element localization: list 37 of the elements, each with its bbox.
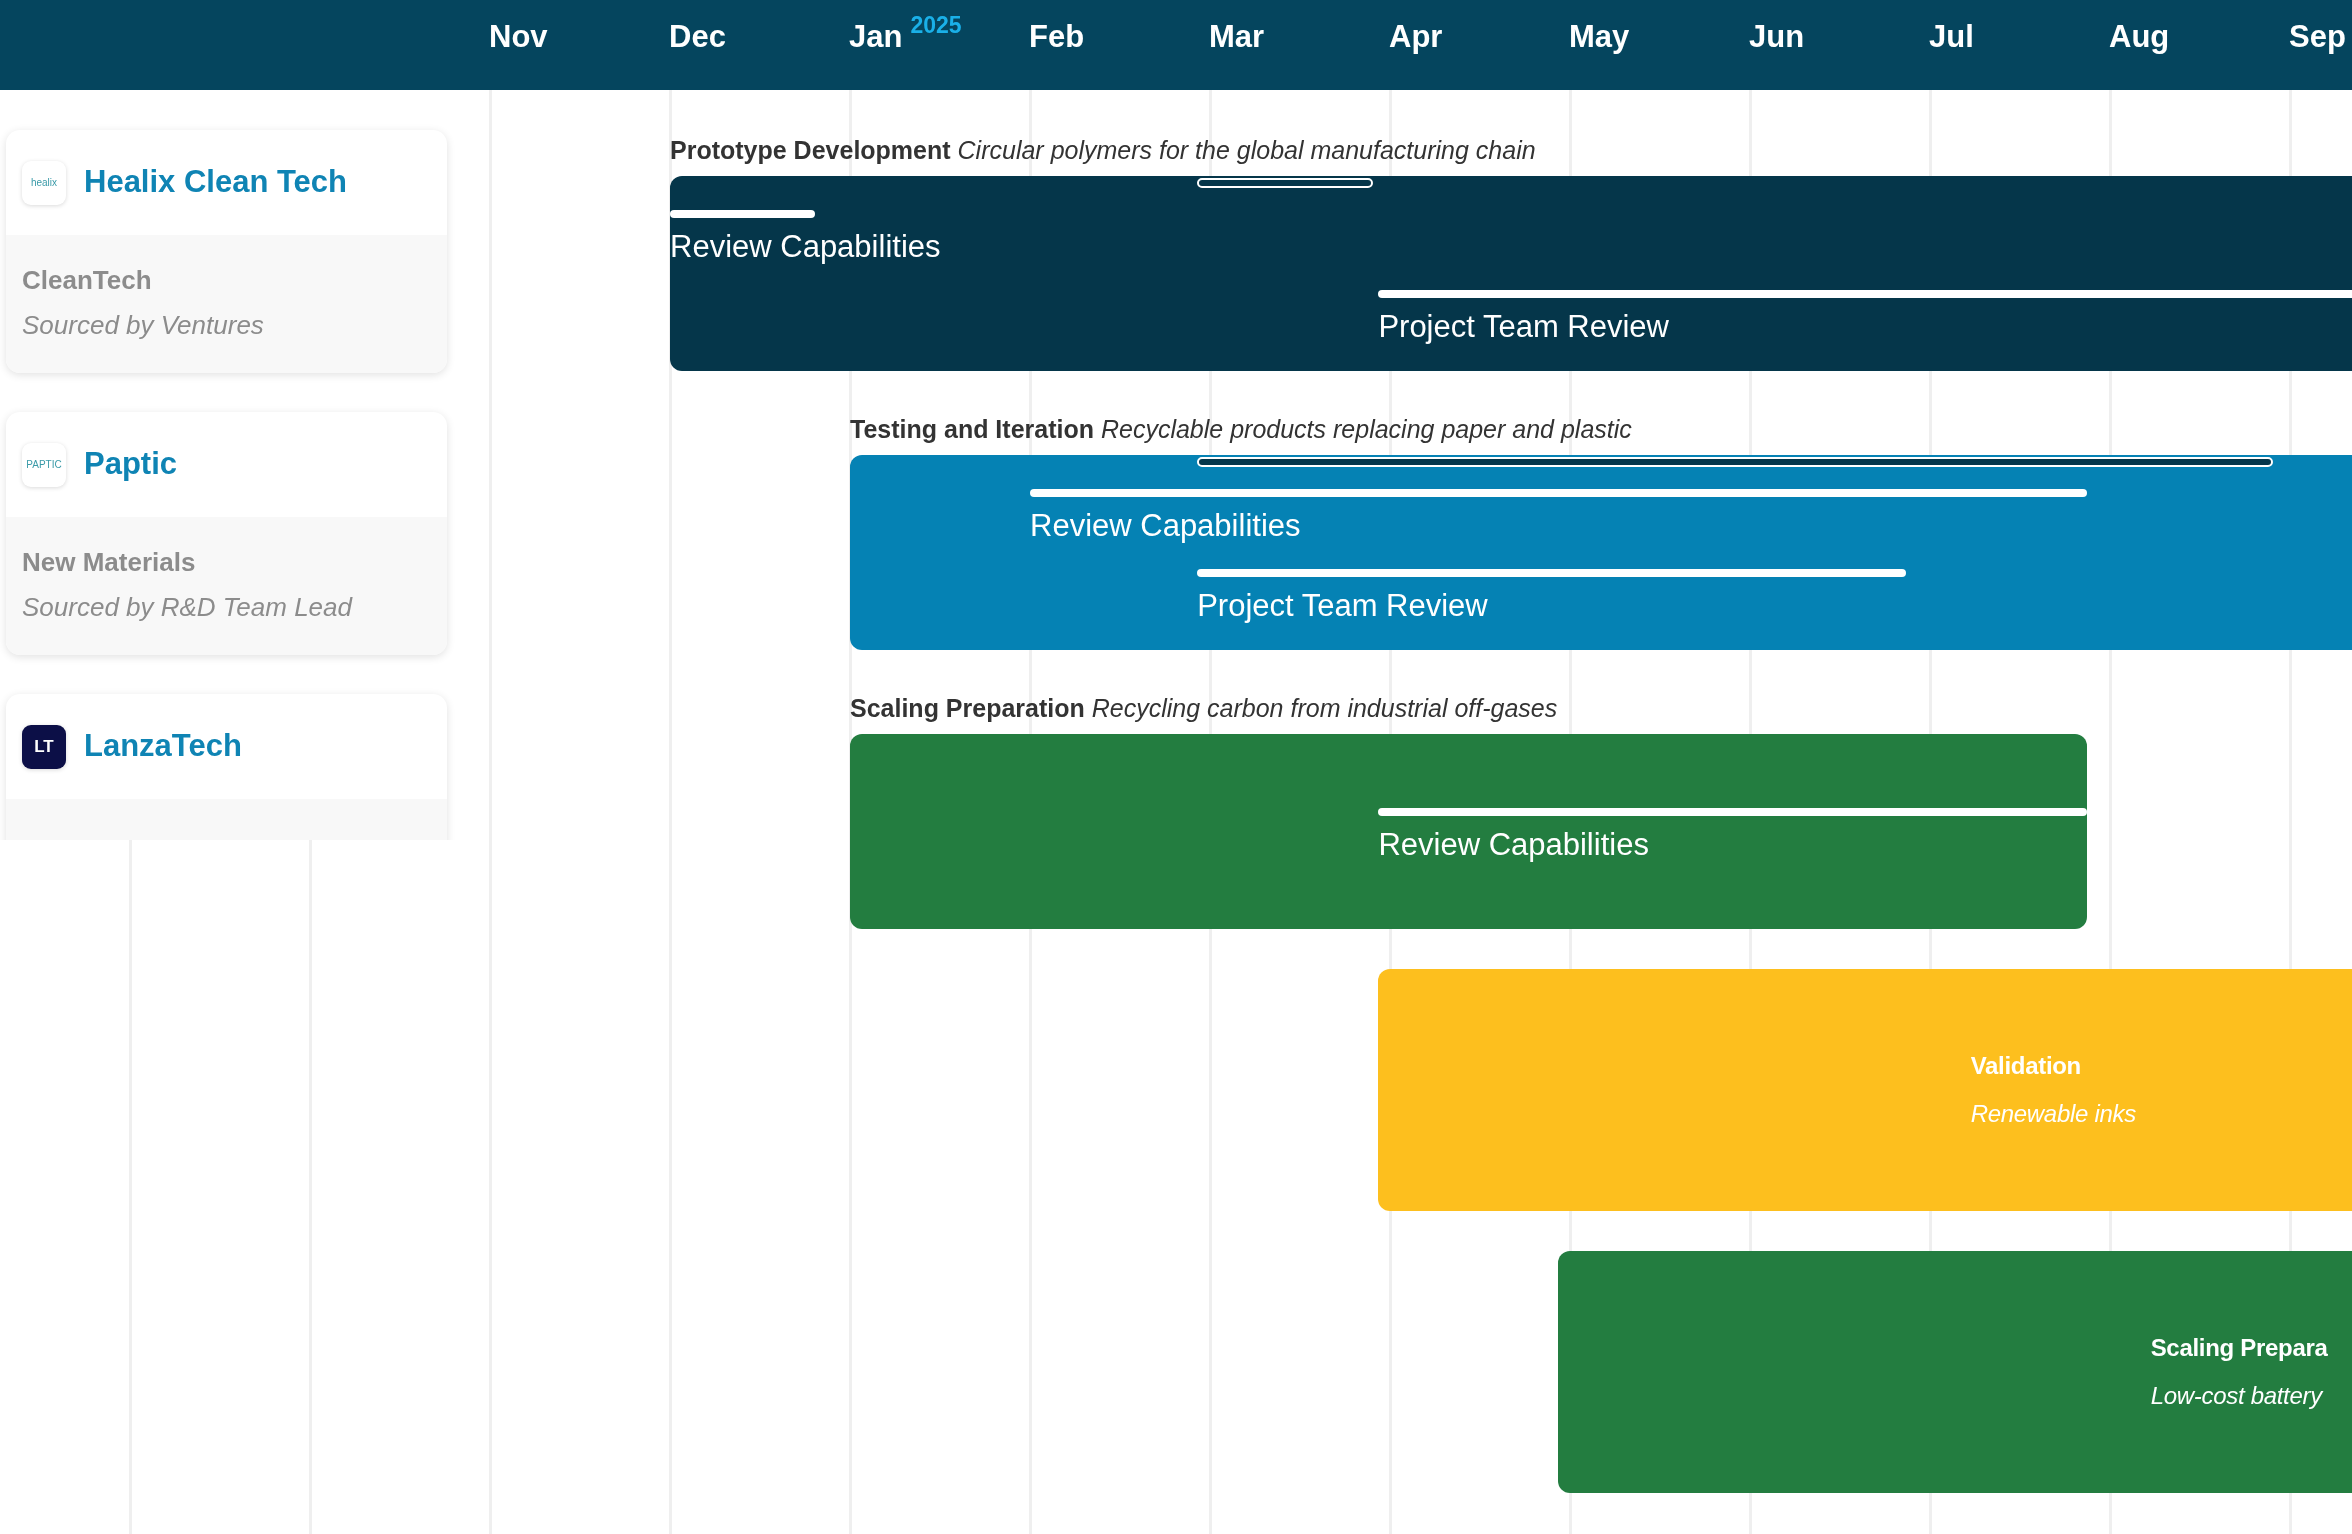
month-label: Feb <box>1029 19 1085 54</box>
month-label: May <box>1569 19 1630 54</box>
company-name[interactable]: Paptic <box>84 441 178 488</box>
phase-subtitle: Low-cost battery <box>2149 1381 2325 1411</box>
company-logo: LT <box>22 724 66 769</box>
phase-caption: Testing and Iteration Recyclable products replacing paper and plastic <box>850 414 1633 445</box>
month-label: Sep <box>2289 19 2346 54</box>
company-logo: PAPTIC <box>22 442 66 487</box>
month-label: Jun <box>1749 19 1805 54</box>
month-label: Jul <box>1929 19 1974 54</box>
track-label: Project Team Review <box>1378 308 1669 346</box>
company-logo: healix <box>22 160 66 205</box>
phase-caption: Prototype Development Circular polymers for the global manufacturing chain <box>670 135 1537 166</box>
phase-subtitle: Renewable inks <box>1969 1099 2137 1129</box>
month-label: Nov <box>489 19 548 54</box>
month-label: Jan <box>849 19 903 54</box>
company-card[interactable]: LT LanzaTech <box>6 694 447 840</box>
company-name[interactable]: LanzaTech <box>84 723 242 770</box>
track-label: Project Team Review <box>1197 587 1488 625</box>
month-label: Apr <box>1389 19 1443 54</box>
month-label: Mar <box>1209 19 1265 54</box>
phase-title: Validation <box>1969 1051 2082 1081</box>
company-name[interactable]: Healix Clean Tech <box>84 159 348 206</box>
phase-title: Scaling Prepara <box>2149 1333 2329 1363</box>
track-label: Review Capabilities <box>1378 826 1649 864</box>
month-label: Dec <box>669 19 726 54</box>
company-source: Sourced by Ventures <box>22 309 265 342</box>
track-label: Review Capabilities <box>670 228 941 266</box>
company-card[interactable]: PAPTIC Paptic New Materials Sourced by R&D Team Lead <box>6 412 447 655</box>
company-sector: CleanTech <box>22 264 153 297</box>
company-card[interactable]: healix Healix Clean Tech CleanTech Sourced by Ventures <box>6 130 447 373</box>
phase-caption: Scaling Preparation Recycling carbon from industrial off-gases <box>850 693 1559 724</box>
company-sector: New Materials <box>22 546 197 579</box>
year-label: 2025 <box>910 12 962 38</box>
month-label: Aug <box>2109 19 2170 54</box>
track-label: Review Capabilities <box>1030 507 1301 545</box>
company-source: Sourced by R&D Team Lead <box>22 591 354 624</box>
